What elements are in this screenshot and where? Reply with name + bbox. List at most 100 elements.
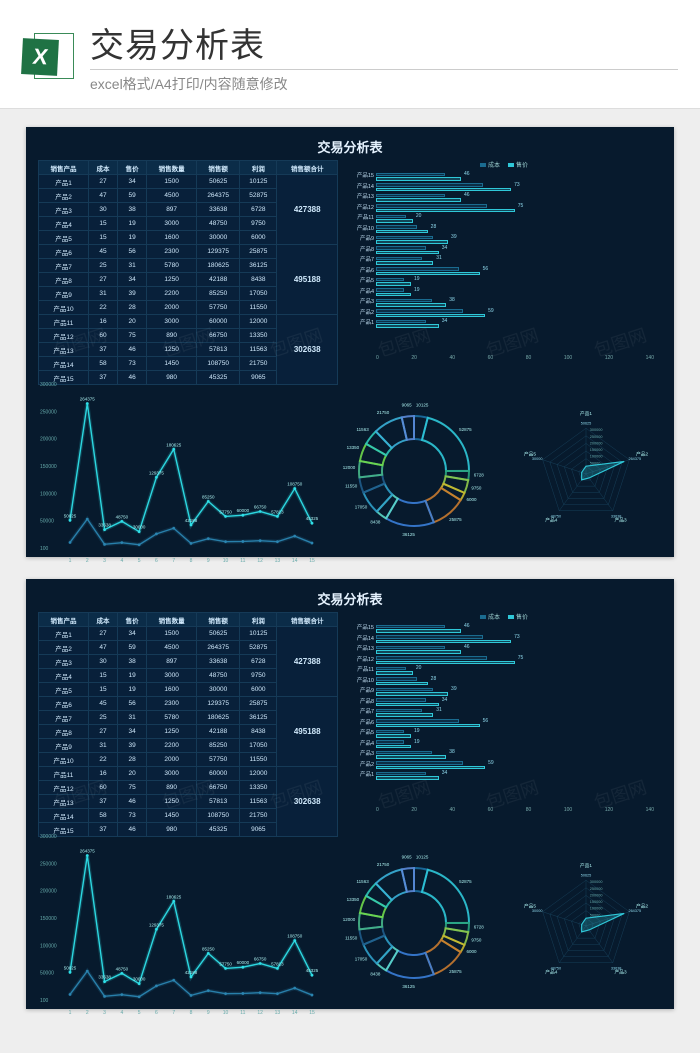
svg-text:12: 12: [257, 1010, 263, 1016]
svg-text:200000: 200000: [590, 893, 603, 897]
svg-text:100: 100: [40, 998, 49, 1004]
bar-chart: 成本 售价 产品1546产品1473产品1346产品1275产品1120产品10…: [346, 160, 662, 365]
svg-text:50000: 50000: [40, 519, 54, 525]
svg-text:12000: 12000: [343, 917, 356, 922]
svg-text:4: 4: [120, 1010, 123, 1016]
svg-text:300000: 300000: [40, 834, 57, 840]
legend-price: 售价: [508, 612, 528, 621]
svg-text:30000: 30000: [133, 525, 146, 530]
legend-cost: 成本: [480, 612, 500, 621]
svg-text:300000: 300000: [40, 382, 57, 388]
svg-text:200000: 200000: [40, 889, 57, 895]
svg-text:250000: 250000: [40, 861, 57, 867]
svg-text:8438: 8438: [370, 971, 381, 976]
svg-text:200000: 200000: [590, 441, 603, 445]
svg-text:250000: 250000: [590, 435, 603, 439]
svg-text:129375: 129375: [149, 922, 165, 927]
svg-text:11: 11: [240, 1010, 245, 1016]
svg-text:30000: 30000: [133, 977, 146, 982]
svg-text:8: 8: [190, 558, 193, 564]
svg-text:3: 3: [103, 558, 106, 564]
svg-text:129375: 129375: [149, 470, 165, 475]
header: X 交易分析表 excel格式/A4打印/内容随意修改: [0, 0, 700, 109]
svg-text:108750: 108750: [287, 934, 303, 939]
svg-text:180625: 180625: [166, 442, 182, 447]
svg-text:60000: 60000: [237, 960, 250, 965]
donut-chart: 1012552875672897506000258753612584381705…: [324, 825, 504, 1021]
svg-text:9065: 9065: [402, 402, 413, 407]
svg-text:100000: 100000: [590, 455, 603, 459]
svg-text:85250: 85250: [202, 494, 215, 499]
svg-text:6: 6: [155, 1010, 158, 1016]
svg-text:12000: 12000: [343, 465, 356, 470]
line-chart: 100 50000 100000 150000 200000 250000 300000 12…: [38, 373, 318, 569]
svg-text:9: 9: [207, 1010, 210, 1016]
svg-text:100000: 100000: [590, 907, 603, 911]
svg-text:150000: 150000: [590, 900, 603, 904]
svg-text:60000: 60000: [237, 508, 250, 513]
svg-text:21750: 21750: [377, 862, 390, 867]
svg-text:8438: 8438: [370, 519, 381, 524]
svg-text:100: 100: [40, 546, 49, 552]
svg-text:11563: 11563: [357, 879, 370, 884]
svg-text:11563: 11563: [357, 427, 370, 432]
svg-text:150000: 150000: [40, 464, 57, 470]
svg-text:150000: 150000: [40, 916, 57, 922]
svg-text:33638: 33638: [611, 966, 622, 970]
svg-text:85250: 85250: [202, 946, 215, 951]
svg-text:36125: 36125: [402, 532, 415, 537]
svg-text:30000: 30000: [532, 457, 543, 461]
preview-stage: 交易分析表 销售产品成本售价销售数量销售额利润销售额合计产品1273415005…: [0, 109, 700, 1019]
svg-text:13350: 13350: [347, 445, 360, 450]
svg-text:200000: 200000: [40, 437, 57, 443]
svg-text:57750: 57750: [219, 509, 232, 514]
svg-text:250000: 250000: [40, 409, 57, 415]
svg-text:264375: 264375: [628, 457, 641, 461]
legend-price: 售价: [508, 160, 528, 169]
svg-text:100000: 100000: [40, 491, 57, 497]
svg-text:45325: 45325: [306, 968, 318, 973]
bar-chart: 成本 售价 产品1546产品1473产品1346产品1275产品1120产品10…: [346, 612, 662, 817]
radar-chart: 产品1产品2产品3产品4产品53000002500002000001500001…: [510, 825, 662, 1021]
svg-text:48750: 48750: [116, 966, 129, 971]
svg-text:50625: 50625: [581, 421, 592, 425]
svg-text:57813: 57813: [271, 961, 284, 966]
svg-text:产品1: 产品1: [580, 862, 593, 869]
svg-text:108750: 108750: [287, 482, 303, 487]
svg-text:2: 2: [86, 1010, 89, 1016]
svg-text:66750: 66750: [254, 957, 267, 962]
svg-text:13: 13: [275, 558, 281, 564]
svg-text:3: 3: [103, 1010, 106, 1016]
dashboard-panel-1: 交易分析表 销售产品成本售价销售数量销售额利润销售额合计产品1273415005…: [26, 127, 674, 557]
svg-text:30000: 30000: [532, 909, 543, 913]
svg-text:50625: 50625: [64, 513, 77, 518]
page-title: 交易分析表: [90, 18, 678, 67]
svg-text:36125: 36125: [402, 984, 415, 989]
svg-text:11: 11: [240, 558, 245, 564]
svg-text:10: 10: [223, 1010, 229, 1016]
svg-text:180625: 180625: [166, 894, 182, 899]
data-table: 销售产品成本售价销售数量销售额利润销售额合计产品1273415005062510…: [38, 612, 338, 817]
svg-text:42188: 42188: [185, 970, 198, 975]
svg-text:7: 7: [172, 558, 175, 564]
svg-text:52875: 52875: [459, 879, 472, 884]
data-table: 销售产品成本售价销售数量销售额利润销售额合计产品1273415005062510…: [38, 160, 338, 365]
svg-text:57813: 57813: [271, 509, 284, 514]
svg-text:6000: 6000: [467, 497, 478, 502]
svg-text:264375: 264375: [80, 396, 96, 401]
svg-text:150000: 150000: [590, 448, 603, 452]
svg-text:5: 5: [138, 558, 141, 564]
svg-text:10: 10: [223, 558, 229, 564]
svg-text:66750: 66750: [254, 505, 267, 510]
svg-text:6728: 6728: [474, 472, 485, 477]
svg-text:15: 15: [309, 1010, 315, 1016]
svg-text:13350: 13350: [347, 897, 360, 902]
svg-text:10125: 10125: [416, 403, 429, 408]
svg-text:8: 8: [190, 1010, 193, 1016]
svg-text:9750: 9750: [471, 937, 482, 942]
svg-text:2: 2: [86, 558, 89, 564]
svg-text:7: 7: [172, 1010, 175, 1016]
dashboard-panel-2: 交易分析表 销售产品成本售价销售数量销售额利润销售额合计产品1273415005…: [26, 579, 674, 1009]
svg-text:25875: 25875: [449, 517, 462, 522]
svg-text:48750: 48750: [551, 514, 562, 518]
